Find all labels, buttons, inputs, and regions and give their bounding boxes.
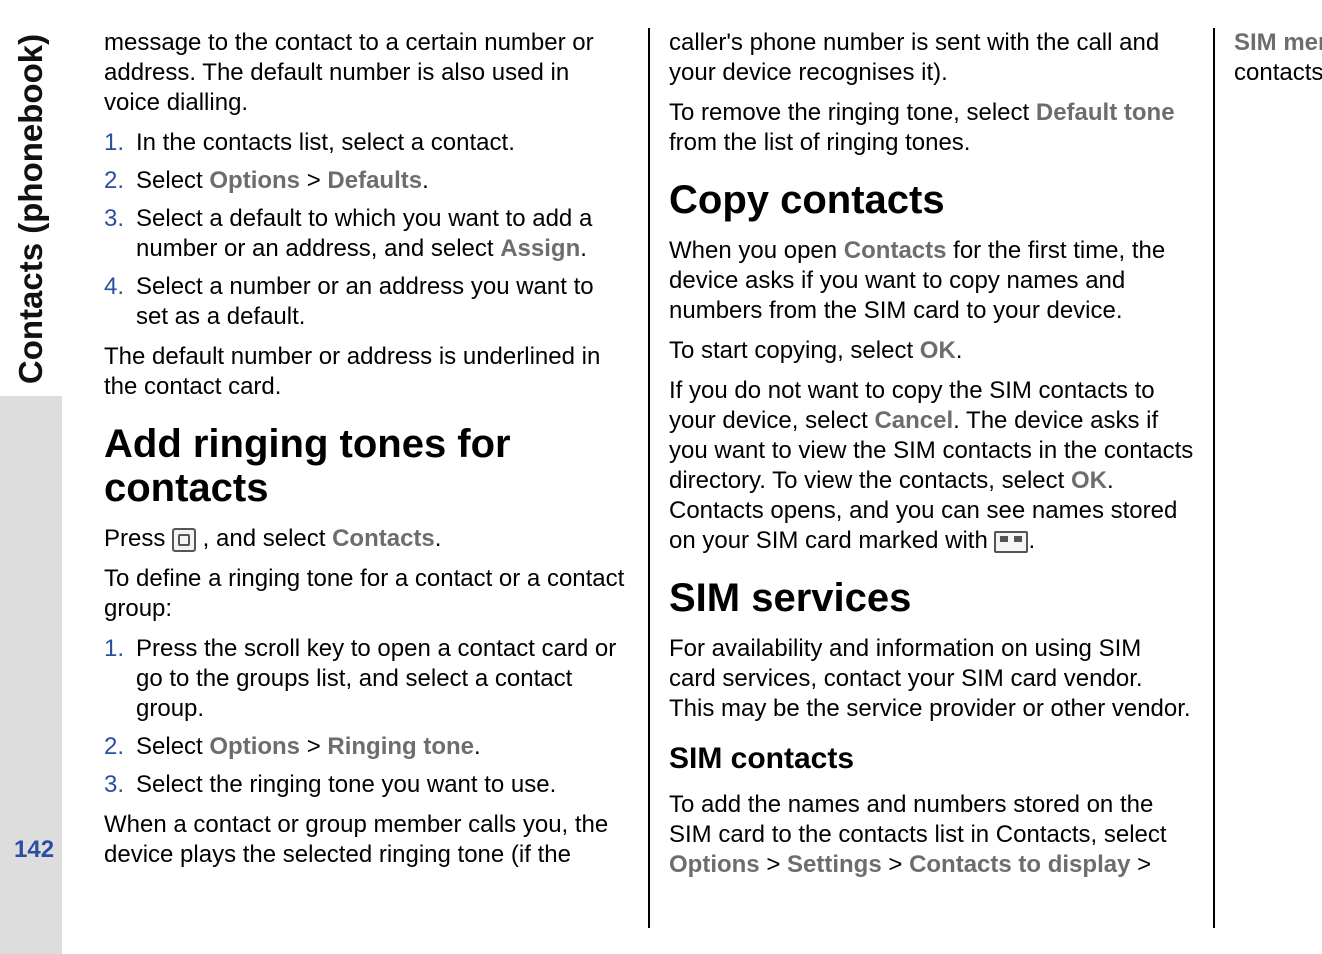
ui-label-defaults: Defaults <box>327 167 422 194</box>
list-number: 1. <box>104 128 124 158</box>
side-tab-label: Contacts (phonebook) <box>12 34 50 384</box>
heading-sim-services: SIM services <box>669 576 1194 620</box>
list-number: 3. <box>104 204 124 234</box>
list-text: In the contacts list, select a contact. <box>136 129 515 156</box>
ui-label-options: Options <box>209 733 300 760</box>
underline-paragraph: The default number or address is underli… <box>104 342 629 402</box>
ui-label-settings: Settings <box>787 851 882 878</box>
list-item: 3. Select a default to which you want to… <box>104 204 629 264</box>
list-text: Select the ringing tone you want to use. <box>136 771 556 798</box>
menu-key-icon <box>172 528 196 552</box>
sim-card-icon <box>994 531 1028 553</box>
ringtone-steps-list: 1. Press the scroll key to open a contac… <box>104 634 629 800</box>
list-item: 3. Select the ringing tone you want to u… <box>104 770 629 800</box>
list-text: Select a number or an address you want t… <box>136 273 594 330</box>
list-item: 2. Select Options > Ringing tone. <box>104 732 629 762</box>
list-item: 2. Select Options > Defaults. <box>104 166 629 196</box>
ui-label-ringing-tone: Ringing tone <box>327 733 474 760</box>
copy-cancel-paragraph: If you do not want to copy the SIM conta… <box>669 376 1194 556</box>
ui-label-options: Options <box>209 167 300 194</box>
list-text: Select Options > Defaults. <box>136 167 429 194</box>
defaults-steps-list: 1. In the contacts list, select a contac… <box>104 128 629 332</box>
list-number: 1. <box>104 634 124 664</box>
list-number: 2. <box>104 166 124 196</box>
heading-copy-contacts: Copy contacts <box>669 178 1194 222</box>
list-text: Select a default to which you want to ad… <box>136 205 592 262</box>
copy-open-paragraph: When you open Contacts for the first tim… <box>669 236 1194 326</box>
sim-availability-paragraph: For availability and information on usin… <box>669 634 1194 724</box>
list-item: 4. Select a number or an address you wan… <box>104 272 629 332</box>
ui-label-ok: OK <box>1071 467 1107 494</box>
list-number: 4. <box>104 272 124 302</box>
side-tab-decor <box>0 396 62 954</box>
define-paragraph: To define a ringing tone for a contact o… <box>104 564 629 624</box>
remove-tone-paragraph: To remove the ringing tone, select Defau… <box>669 98 1194 158</box>
ui-label-sim-memory: SIM memory <box>1234 29 1322 56</box>
list-text: Select Options > Ringing tone. <box>136 733 481 760</box>
page-content: message to the contact to a certain numb… <box>104 28 1194 928</box>
list-text: Press the scroll key to open a contact c… <box>136 635 616 722</box>
ui-label-options: Options <box>669 851 760 878</box>
ui-label-assign: Assign <box>500 235 580 262</box>
ui-label-ok: OK <box>920 337 956 364</box>
list-number: 3. <box>104 770 124 800</box>
page-number: 142 <box>14 836 54 864</box>
list-number: 2. <box>104 732 124 762</box>
list-item: 1. Press the scroll key to open a contac… <box>104 634 629 724</box>
side-tab: Contacts (phonebook) 142 <box>0 0 62 954</box>
press-paragraph: Press , and select Contacts. <box>104 524 629 554</box>
heading-sim-contacts: SIM contacts <box>669 740 1194 778</box>
list-item: 1. In the contacts list, select a contac… <box>104 128 629 158</box>
heading-add-ringing-tones: Add ringing tones for contacts <box>104 422 629 510</box>
ui-label-contacts: Contacts <box>332 525 435 552</box>
copy-start-paragraph: To start copying, select OK. <box>669 336 1194 366</box>
ui-label-default-tone: Default tone <box>1036 99 1175 126</box>
ui-label-contacts: Contacts <box>844 237 947 264</box>
intro-paragraph: message to the contact to a certain numb… <box>104 28 629 118</box>
ui-label-cancel: Cancel <box>874 407 953 434</box>
ui-label-contacts-to-display: Contacts to display <box>909 851 1130 878</box>
